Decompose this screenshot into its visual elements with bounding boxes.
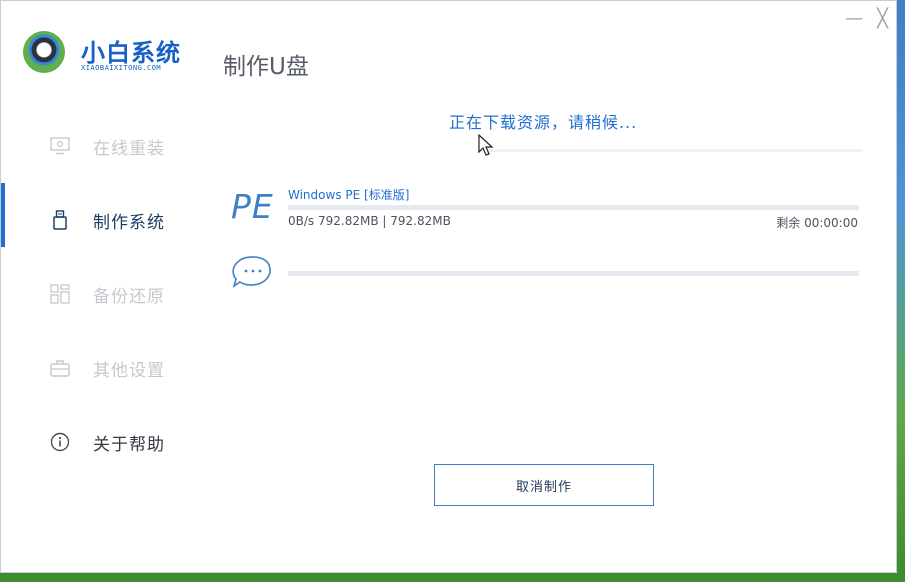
second-progress-bar (288, 271, 859, 276)
close-button[interactable]: ╳ (877, 9, 888, 29)
download-status-text: 正在下载资源，请稍候... (449, 113, 638, 132)
download-progress-bar (288, 205, 859, 210)
page-title: 制作U盘 (223, 54, 309, 80)
pe-logo-icon: PE (231, 187, 274, 226)
monitor-icon (49, 135, 71, 157)
status-divider (477, 149, 863, 152)
logo-name: 小白系统 (81, 39, 181, 67)
sidebar: 在线重装 制作系统 备份还原 其他设置 关于帮助 (1, 109, 201, 479)
logo-emblem-icon (23, 31, 65, 73)
sidebar-item-label: 关于帮助 (93, 434, 165, 455)
app-logo: 小白系统 XIAOBAIXITONG.COM (23, 29, 198, 77)
sidebar-item-label: 备份还原 (93, 286, 165, 307)
logo-subtitle: XIAOBAIXITONG.COM (81, 64, 162, 72)
cancel-make-button[interactable]: 取消制作 (434, 464, 654, 506)
sidebar-item-label: 其他设置 (93, 360, 165, 381)
sidebar-item-make-system[interactable]: 制作系统 (1, 183, 201, 257)
sidebar-item-online-reinstall[interactable]: 在线重装 (1, 109, 201, 183)
sidebar-item-backup-restore[interactable]: 备份还原 (1, 257, 201, 331)
grid-icon (49, 283, 71, 305)
mouse-cursor-icon (478, 134, 494, 156)
usb-icon (49, 209, 71, 231)
sidebar-item-about-help[interactable]: 关于帮助 (1, 405, 201, 479)
minimize-button[interactable]: — (845, 9, 863, 29)
info-icon (49, 431, 71, 453)
sidebar-item-label: 制作系统 (93, 212, 165, 233)
sidebar-item-other-settings[interactable]: 其他设置 (1, 331, 201, 405)
window-controls: — ╳ (845, 9, 888, 29)
sidebar-item-label: 在线重装 (93, 138, 165, 159)
app-window: 小白系统 XIAOBAIXITONG.COM 制作U盘 — ╳ 在线重装 制作系… (0, 0, 897, 573)
download-remaining: 剩余 00:00:00 (776, 216, 858, 230)
briefcase-icon (49, 357, 71, 379)
chat-bubble-icon (232, 256, 271, 288)
download-item-name: Windows PE [标准版] (288, 188, 410, 202)
download-stats: 0B/s 792.82MB | 792.82MB (288, 214, 451, 228)
